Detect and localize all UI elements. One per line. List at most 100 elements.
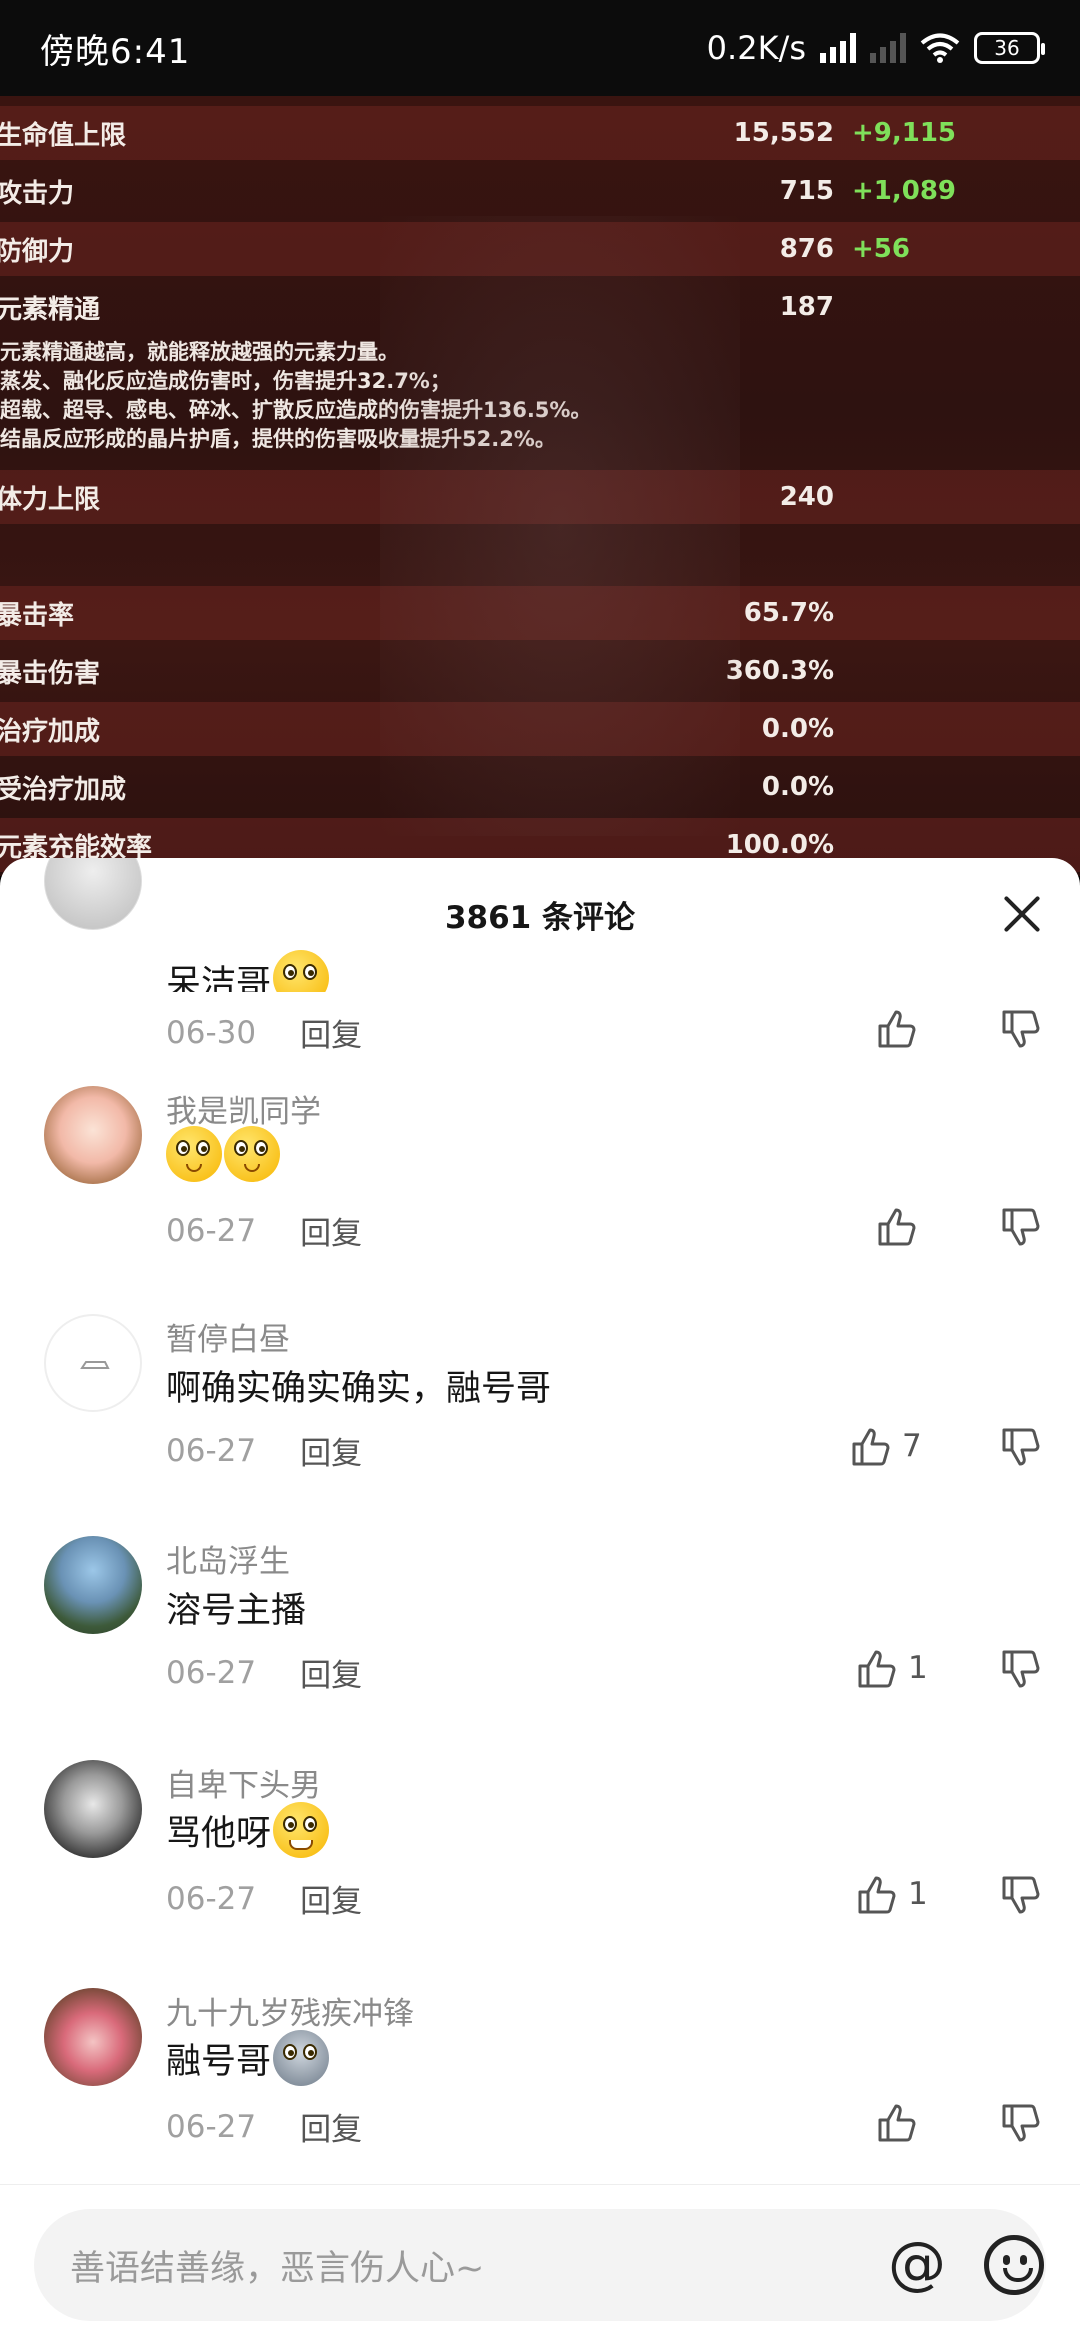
stat-row: 攻击力 715 +1,089 [0,164,1080,218]
game-stats-background: 生命值上限 15,552 +9,115 攻击力 715 +1,089 防御力 8… [0,96,1080,876]
reply-button[interactable]: 回复 [300,1428,362,1473]
like-button[interactable]: 7 [850,1424,922,1468]
stat-value: 876 [779,234,834,264]
status-icons: 0.2K/s 36 [706,29,1045,67]
flushed-emoji-icon [224,1126,280,1182]
comment-date: 06-27 [166,2108,257,2145]
sweat-smile-emoji-icon [273,1802,330,1858]
stat-value: 715 [779,176,834,206]
comment-meta: 06-27 回复 [166,2104,362,2149]
comment-username[interactable]: 自卑下头男 [166,1760,321,1805]
comment-content: 啊确实确实确实，融号哥 [166,1360,551,1411]
comment-content [166,1126,280,1182]
comment-content: 融号哥 [166,2030,330,2086]
stat-row: 生命值上限 15,552 +9,115 [0,106,1080,160]
avatar[interactable] [44,1536,142,1634]
like-button[interactable] [876,1204,920,1248]
thumbs-up-icon [858,1650,896,1688]
stat-label: 元素精通 [0,294,101,325]
comment-text: 骂他呀 [166,1813,272,1854]
dislike-button[interactable] [1000,1874,1044,1922]
car-icon [80,1361,110,1369]
stat-value: 0.0% [761,714,834,744]
stat-row: 防御力 876 +56 [0,222,1080,276]
thumbs-down-icon [1002,1010,1040,1048]
comment-username[interactable]: 我是凯同学 [166,1086,321,1131]
like-count: 7 [902,1428,922,1464]
comment-username[interactable]: 九十九岁残疾冲锋 [166,1988,414,2033]
like-button[interactable]: 1 [856,1872,928,1916]
stat-value: 360.3% [725,656,834,686]
comment-username[interactable]: 北岛浮生 [166,1536,290,1581]
comment-content: 呆洁哥 [166,948,330,992]
stat-label: 治疗加成 [0,716,101,747]
thumbs-up-icon [878,1208,916,1246]
mention-icon[interactable]: @ [888,2231,946,2295]
stat-row: 暴击伤害 360.3% [0,644,1080,698]
comment-date: 06-27 [166,1432,257,1469]
stat-label: 受治疗加成 [0,774,127,805]
like-button[interactable] [876,2100,920,2144]
comment-input-placeholder: 善语结善缘，恶言伤人心~ [70,2248,485,2289]
dislike-button[interactable] [1000,1206,1044,1254]
stat-row: 元素精通 187 [0,280,1080,334]
stat-value: 240 [779,482,834,512]
stat-description-line: 超载、超导、感电、碎冰、扩散反应造成的伤害提升136.5%。 [0,398,592,422]
like-button[interactable]: 1 [856,1646,928,1690]
battery-level: 36 [994,36,1020,60]
comment-text: 溶号主播 [166,1591,307,1631]
status-bar: 傍晚6:41 0.2K/s 36 [0,0,1080,96]
close-icon[interactable] [1000,892,1044,936]
stat-row: 治疗加成 0.0% [0,702,1080,756]
stat-label: 生命值上限 [0,120,127,151]
like-count: 1 [908,1876,928,1912]
reply-button[interactable]: 回复 [300,1650,362,1695]
stat-row: 受治疗加成 0.0% [0,760,1080,814]
network-speed: 0.2K/s [706,29,806,67]
avatar[interactable] [44,1760,142,1858]
like-count: 1 [908,1650,928,1686]
stat-label: 防御力 [0,236,75,267]
thumbs-up-icon [878,2104,916,2142]
comment-meta: 06-30 回复 [166,1010,362,1055]
emoji-picker-icon[interactable] [984,2235,1044,2295]
flushed-emoji-icon [166,1126,222,1182]
comment-username[interactable]: 暂停白昼 [166,1314,290,1359]
stat-label: 体力上限 [0,484,101,515]
thumbs-down-icon [1002,1876,1040,1914]
dislike-button[interactable] [1000,1426,1044,1474]
comment-text: 融号哥 [166,2041,272,2082]
signal-2-icon [870,33,906,63]
stat-row: 体力上限 240 [0,470,1080,524]
wifi-icon [920,33,960,63]
dislike-button[interactable] [1000,2102,1044,2150]
stat-bonus: +1,089 [852,176,957,206]
status-time: 傍晚6:41 [40,31,191,72]
avatar[interactable] [44,1988,142,2086]
stat-value: 65.7% [743,598,834,628]
comment-date: 06-27 [166,1654,257,1691]
reply-button[interactable]: 回复 [300,1208,362,1253]
comment-meta: 06-27 回复 [166,1876,362,1921]
husky-emoji-icon [273,2030,330,2086]
avatar[interactable] [44,1314,142,1412]
reply-button[interactable]: 回复 [300,2104,362,2149]
dislike-button[interactable] [1000,1008,1044,1056]
signal-icon [820,33,856,63]
stat-value: 15,552 [733,118,834,148]
reply-button[interactable]: 回复 [300,1010,362,1055]
stat-description: 元素精通越高，就能释放越强的元素力量。 蒸发、融化反应造成伤害时，伤害提升32.… [0,338,1080,454]
comment-content: 骂他呀 [166,1802,330,1858]
reply-button[interactable]: 回复 [300,1876,362,1921]
stat-value: 100.0% [725,830,834,860]
avatar[interactable] [44,1086,142,1184]
stat-description-line: 结晶反应形成的晶片护盾，提供的伤害吸收量提升52.2%。 [0,427,556,451]
dislike-button[interactable] [1000,1648,1044,1696]
comments-count-title: 3861 条评论 [444,899,636,936]
thumbs-down-icon [1002,1428,1040,1466]
comment-content: 溶号主播 [166,1582,306,1633]
comment-text: 啊确实确实确实，融号哥 [166,1369,552,1409]
stat-description-line: 蒸发、融化反应造成伤害时，伤害提升32.7%； [0,369,451,393]
stat-label: 暴击率 [0,600,75,631]
like-button[interactable] [876,1006,920,1050]
